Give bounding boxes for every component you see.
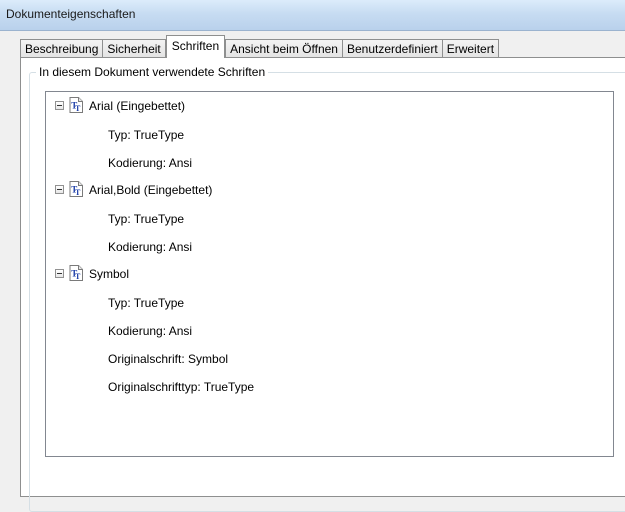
tree-node-font[interactable]: T T Symbol — [46, 264, 606, 284]
tab-panel-schriften: In diesem Dokument verwendete Schriften … — [20, 57, 625, 512]
font-name: Symbol — [89, 267, 130, 281]
tab-beschreibung[interactable]: Beschreibung — [20, 39, 104, 58]
tab-schriften[interactable]: Schriften — [165, 35, 226, 58]
truetype-font-icon: T T — [69, 97, 83, 113]
truetype-font-icon: T T — [69, 181, 83, 197]
fonts-tree[interactable]: T T Arial (Eingebettet) Typ: TrueType Ko… — [45, 91, 614, 457]
tree-node-font[interactable]: T T Arial,Bold (Eingebettet) — [46, 180, 606, 200]
collapse-icon[interactable] — [55, 185, 64, 194]
svg-text:T: T — [75, 272, 81, 281]
font-property: Typ: TrueType — [108, 296, 185, 310]
truetype-font-icon: T T — [69, 265, 83, 281]
tab-benutzerdefiniert[interactable]: Benutzerdefiniert — [341, 39, 443, 58]
window-title: Dokumenteigenschaften — [6, 7, 136, 21]
font-property: Typ: TrueType — [108, 212, 185, 226]
document-properties-dialog: Dokumenteigenschaften Beschreibung Siche… — [0, 0, 625, 512]
tree-node-font[interactable]: T T Arial (Eingebettet) — [46, 96, 606, 116]
font-property: Originalschrift: Symbol — [108, 352, 229, 366]
font-property: Kodierung: Ansi — [108, 156, 193, 170]
font-property: Kodierung: Ansi — [108, 240, 193, 254]
fonts-groupbox-label: In diesem Dokument verwendete Schriften — [36, 65, 269, 79]
title-bar[interactable]: Dokumenteigenschaften — [0, 0, 625, 31]
collapse-icon[interactable] — [55, 101, 64, 110]
collapse-icon[interactable] — [55, 269, 64, 278]
font-name: Arial,Bold (Eingebettet) — [89, 183, 213, 197]
tab-strip: Beschreibung Sicherheit Schriften Ansich… — [20, 35, 500, 58]
tab-ansicht-beim-oeffnen[interactable]: Ansicht beim Öffnen — [225, 39, 343, 58]
tab-erweitert[interactable]: Erweitert — [441, 39, 500, 58]
svg-text:T: T — [75, 188, 81, 197]
font-property: Kodierung: Ansi — [108, 324, 193, 338]
svg-text:T: T — [75, 104, 81, 113]
font-name: Arial (Eingebettet) — [89, 99, 186, 113]
font-property: Typ: TrueType — [108, 128, 185, 142]
font-property: Originalschrifttyp: TrueType — [108, 380, 255, 394]
tab-sicherheit[interactable]: Sicherheit — [102, 39, 166, 58]
